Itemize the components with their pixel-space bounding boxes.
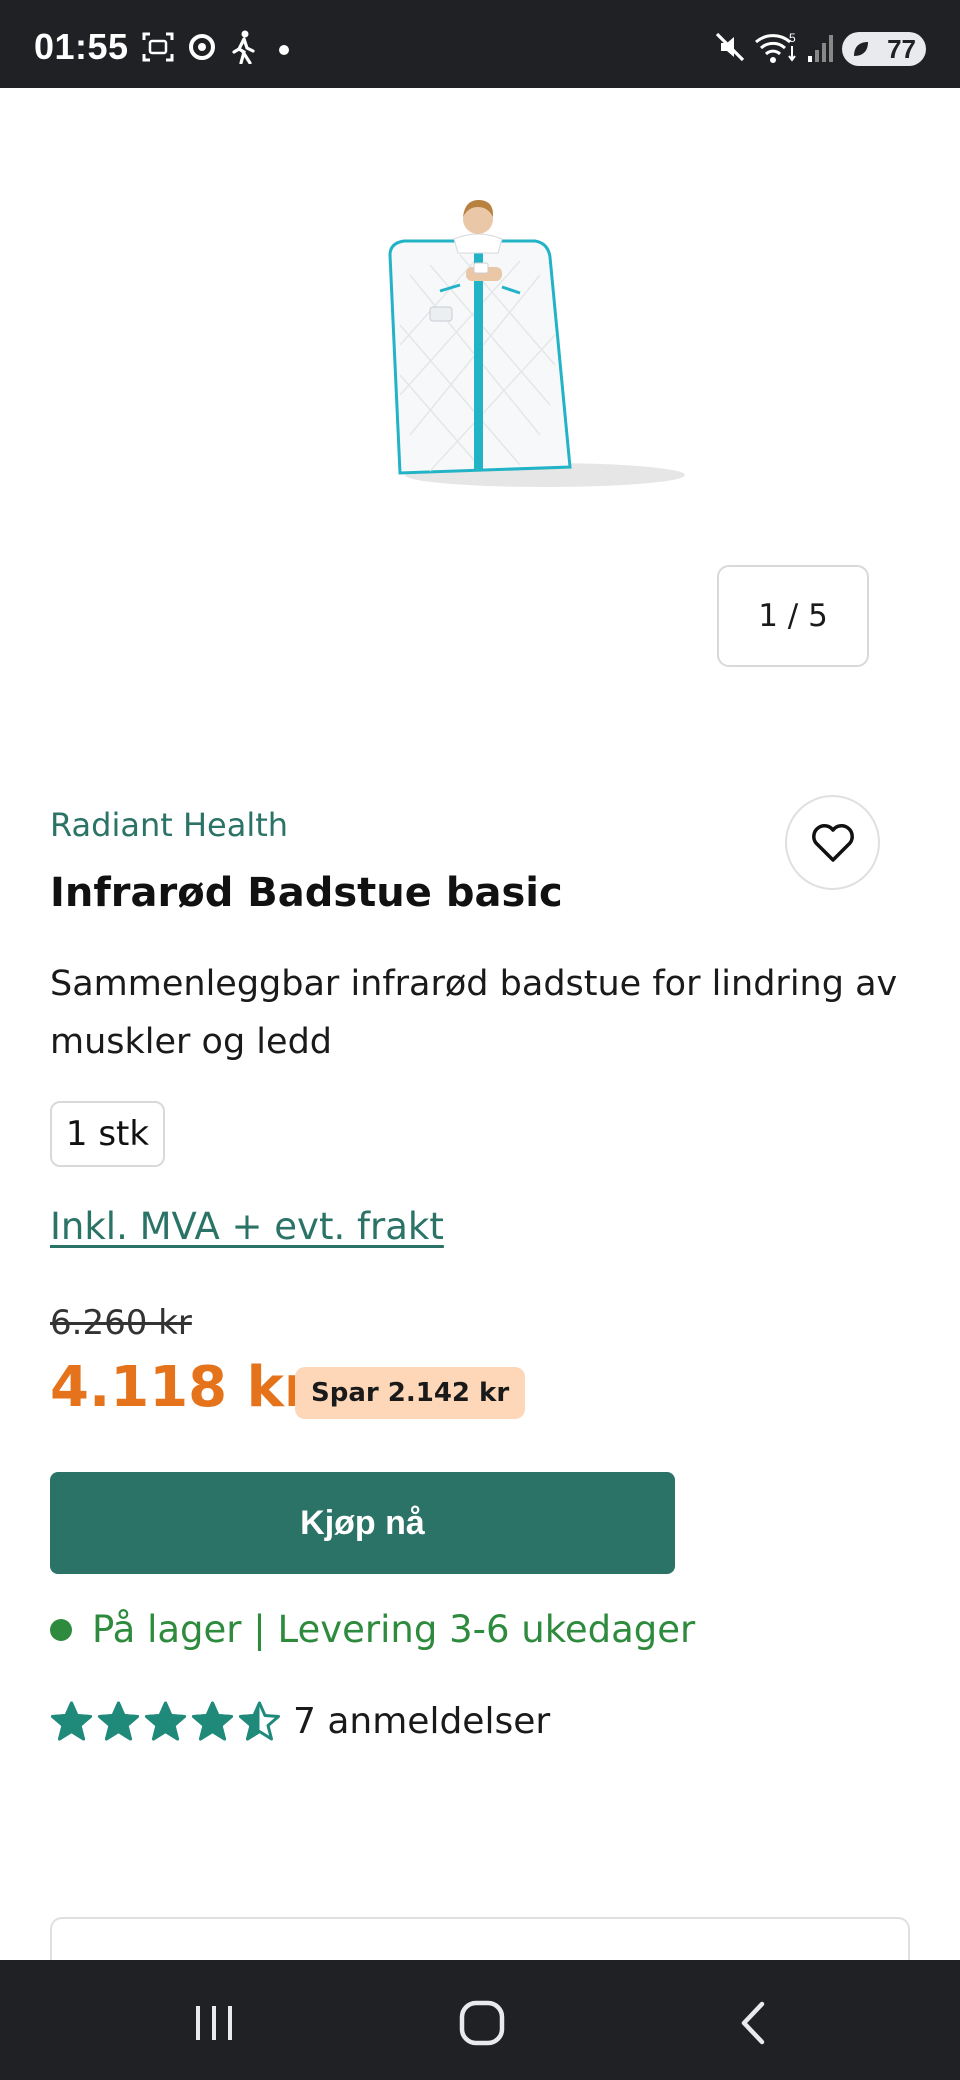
back-icon[interactable] — [724, 1998, 784, 2048]
old-price: 6.260 kr — [50, 1303, 192, 1343]
product-description: Sammenleggbar infrarød badstue for lindr… — [50, 964, 898, 1062]
battery-icon: 77 — [842, 32, 926, 66]
buy-now-button[interactable]: Kjøp nå — [50, 1472, 675, 1574]
save-badge: Spar 2.142 kr — [295, 1367, 526, 1419]
sync-icon — [189, 34, 215, 60]
favorite-button[interactable] — [785, 795, 880, 890]
variant-chip[interactable]: 1 stk — [50, 1101, 165, 1167]
wifi-icon: 5 — [755, 31, 796, 63]
product-page: 01:55 5 77 1 / 5 Radiant Health Infrarød… — [0, 0, 960, 2080]
walking-icon — [232, 30, 255, 64]
stock-dot — [50, 1618, 72, 1641]
recent-apps-icon[interactable] — [184, 1998, 244, 2048]
star-icon — [145, 1701, 186, 1741]
review-count[interactable]: 7 anmeldelser — [293, 1701, 550, 1742]
status-bar: 01:55 5 77 — [0, 0, 960, 88]
vat-shipping-link[interactable]: Inkl. MVA + evt. frakt — [50, 1205, 444, 1248]
rating-row[interactable]: 7 anmeldelser — [50, 1700, 550, 1743]
leaf-icon — [854, 42, 868, 56]
star-icon — [98, 1701, 139, 1741]
navigation-bar — [0, 1960, 960, 2080]
star-icon — [192, 1701, 233, 1741]
product-image[interactable] — [370, 195, 690, 495]
signal-icon — [808, 35, 833, 62]
home-icon[interactable] — [452, 1998, 512, 2048]
screenshot-icon — [142, 32, 174, 62]
current-price: 4.118 kr — [50, 1355, 312, 1420]
stock-text: På lager | Levering 3-6 ukedager — [92, 1608, 696, 1651]
star-icon — [51, 1701, 92, 1741]
battery-level: 77 — [887, 33, 916, 64]
stock-status: På lager | Levering 3-6 ukedager — [50, 1608, 695, 1651]
dot-icon — [279, 45, 289, 55]
gallery-pager[interactable]: 1 / 5 — [717, 565, 869, 667]
mute-icon — [715, 32, 745, 62]
heart-icon — [811, 823, 854, 862]
star-icon — [239, 1701, 280, 1741]
svg-text:5: 5 — [789, 31, 796, 45]
rating-stars — [50, 1700, 281, 1743]
product-title: Infrarød Badstue basic — [50, 870, 563, 916]
brand-name[interactable]: Radiant Health — [50, 806, 288, 844]
status-time: 01:55 — [34, 26, 129, 67]
